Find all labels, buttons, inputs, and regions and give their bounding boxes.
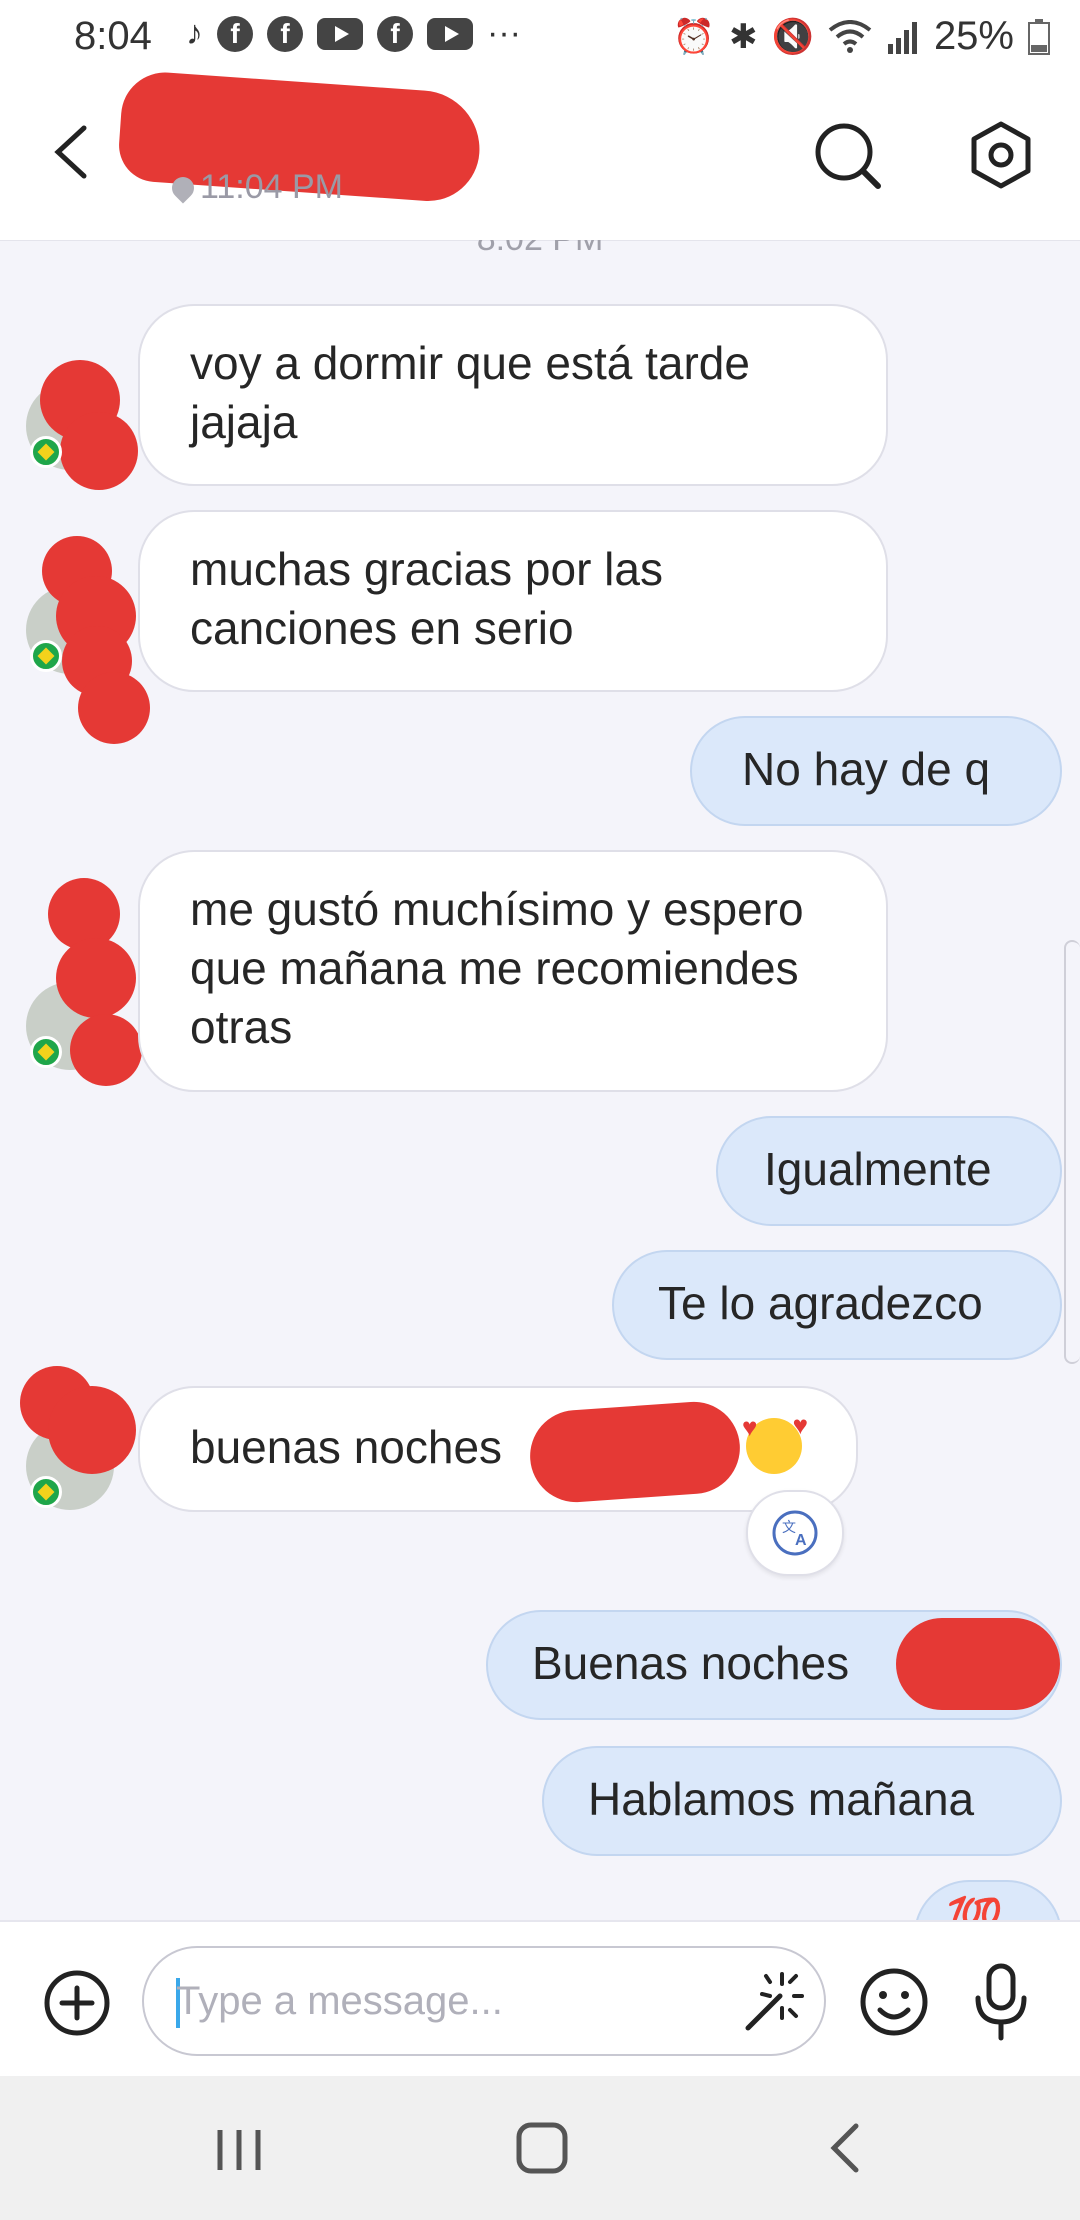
home-icon[interactable] xyxy=(514,2120,570,2176)
avatar[interactable] xyxy=(26,536,150,744)
facebook-icon: f xyxy=(267,15,303,52)
mute-icon: 🔇 xyxy=(771,17,814,56)
alarm-icon: ⏰ xyxy=(672,17,716,56)
youtube-icon xyxy=(427,17,473,50)
chat-header: 11:04 PM xyxy=(0,69,1080,241)
magic-wand-icon[interactable] xyxy=(734,1966,806,2038)
recents-icon[interactable] xyxy=(214,2126,264,2174)
smiley-icon[interactable] xyxy=(858,1966,930,2038)
brazil-flag-icon xyxy=(30,436,62,468)
tiktok-icon: ♪ xyxy=(186,14,203,52)
time-divider: 8:02 PM xyxy=(0,240,1080,259)
plus-circle-icon[interactable] xyxy=(42,1968,112,2038)
signal-icon xyxy=(887,21,917,54)
message-bubble[interactable]: No hay de q xyxy=(690,716,1062,826)
message-bubble[interactable]: Igualmente xyxy=(716,1116,1062,1226)
smiling-face-with-hearts-emoji: ♥ ♥ xyxy=(742,1410,808,1474)
message-list[interactable]: 8:02 PM voy a dormir que está tarde jaja… xyxy=(0,240,1080,1920)
message-input[interactable] xyxy=(174,1970,728,2032)
message-text: buenas noches xyxy=(190,1421,503,1473)
chevron-left-icon[interactable] xyxy=(44,122,104,182)
message-text: Hablamos mañana xyxy=(588,1773,975,1825)
svg-text:文: 文 xyxy=(782,1519,796,1535)
status-bar: 8:04 ♪ f f f ··· ⏰ ✱ 🔇 25% xyxy=(0,0,1080,72)
status-time: 8:04 xyxy=(74,14,152,58)
battery-percent: 25% xyxy=(933,14,1014,58)
message-bubble[interactable]: me gustó muchísimo y espero que mañana m… xyxy=(138,850,888,1092)
message-text: muchas gracias por las canciones en seri… xyxy=(190,543,663,654)
message-text: me gustó muchísimo y espero que mañana m… xyxy=(190,883,804,1053)
text-redaction xyxy=(527,1398,743,1506)
avatar[interactable] xyxy=(26,360,138,490)
message-bubble[interactable]: Te lo agradezco xyxy=(612,1250,1062,1360)
message-text: No hay de q xyxy=(742,743,991,795)
text-redaction xyxy=(896,1618,1060,1710)
translate-icon: 文 A xyxy=(772,1510,818,1556)
system-navigation-bar xyxy=(0,2076,1080,2220)
message-bubble[interactable]: muchas gracias por las canciones en seri… xyxy=(138,510,888,692)
notification-icons: ♪ f f f ··· xyxy=(186,14,521,53)
scrollbar[interactable] xyxy=(1064,940,1080,1364)
brazil-flag-icon xyxy=(30,1476,62,1508)
wifi-icon xyxy=(828,19,872,53)
brazil-flag-icon xyxy=(30,640,62,672)
bluetooth-icon: ✱ xyxy=(729,17,758,56)
translate-button[interactable]: 文 A xyxy=(746,1490,844,1576)
facebook-icon: f xyxy=(377,15,413,52)
composer-bar xyxy=(0,1920,1080,2078)
last-seen-time: 11:04 PM xyxy=(200,168,344,206)
message-text: Te lo agradezco xyxy=(658,1277,983,1329)
system-icons: ⏰ ✱ 🔇 25% xyxy=(673,14,1050,59)
youtube-icon xyxy=(317,17,363,50)
message-bubble[interactable]: 💯 xyxy=(914,1880,1062,1920)
back-icon[interactable] xyxy=(820,2120,874,2176)
message-text: Buenas noches xyxy=(532,1637,850,1689)
message-input-container[interactable] xyxy=(142,1946,826,2056)
facebook-icon: f xyxy=(217,15,253,52)
message-bubble[interactable]: Hablamos mañana xyxy=(542,1746,1062,1856)
location-pin-icon xyxy=(167,171,199,204)
hexagon-settings-icon[interactable] xyxy=(966,120,1036,190)
avatar[interactable] xyxy=(26,878,142,1086)
search-icon[interactable] xyxy=(812,120,882,190)
svg-text:A: A xyxy=(795,1532,807,1549)
last-seen: 11:04 PM xyxy=(167,168,344,207)
message-text: 💯 xyxy=(946,1895,1003,1920)
more-icon: ··· xyxy=(487,14,521,52)
avatar[interactable] xyxy=(20,1366,136,1510)
brazil-flag-icon xyxy=(30,1036,62,1068)
battery-icon xyxy=(1028,18,1050,55)
message-text: Igualmente xyxy=(764,1143,992,1195)
microphone-icon[interactable] xyxy=(968,1962,1034,2042)
message-bubble[interactable]: voy a dormir que está tarde jajaja xyxy=(138,304,888,486)
message-text: voy a dormir que está tarde jajaja xyxy=(190,337,750,448)
